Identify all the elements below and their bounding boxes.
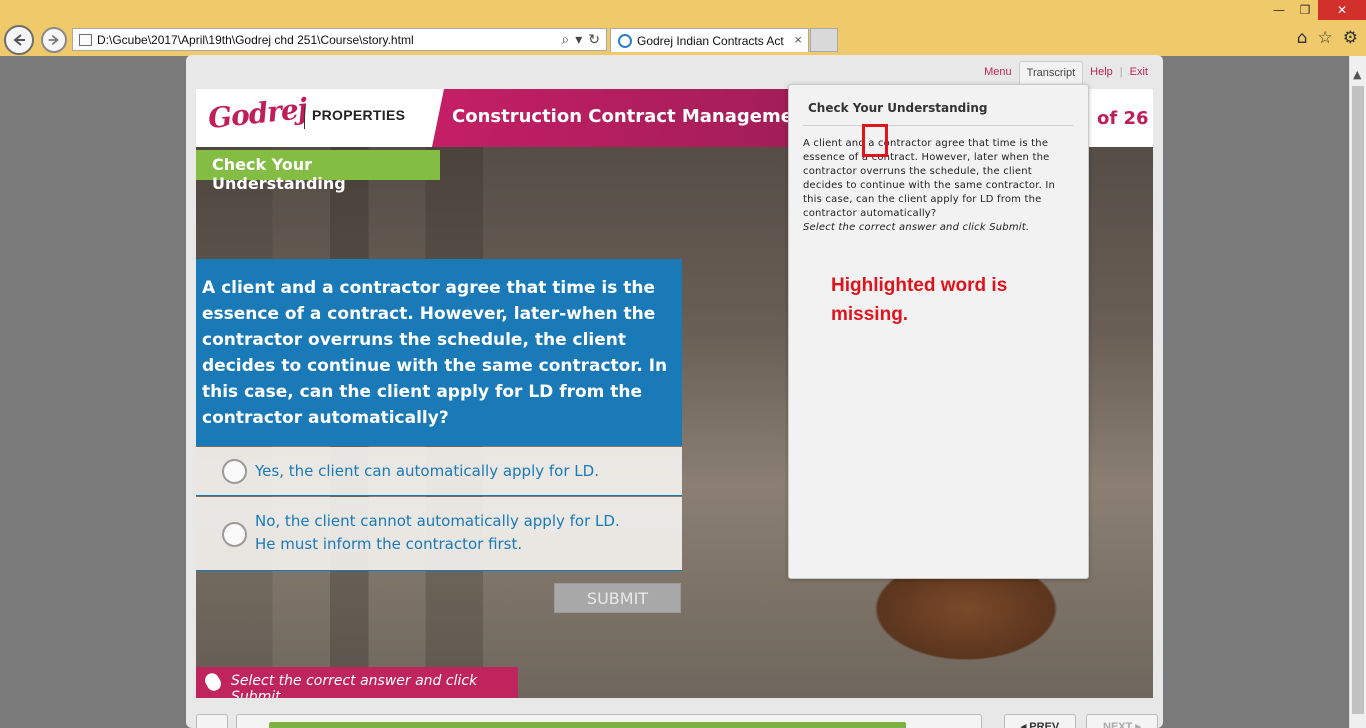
answer-label-line1: No, the client cannot automatically appl… bbox=[255, 512, 620, 530]
top-menu: Menu Transcript Help | Exit bbox=[977, 61, 1155, 84]
new-tab-button[interactable] bbox=[810, 28, 838, 52]
back-button[interactable] bbox=[4, 25, 34, 55]
seek-bar[interactable] bbox=[236, 714, 982, 728]
annotation-note: Highlighted word is missing. bbox=[831, 275, 1008, 325]
transcript-divider bbox=[803, 125, 1073, 126]
forward-arrow-icon bbox=[48, 34, 59, 46]
favorites-star-icon[interactable]: ☆ bbox=[1318, 28, 1333, 48]
radio-button[interactable] bbox=[222, 522, 247, 547]
address-text: D:\Gcube\2017\April\19th\Godrej chd 251\… bbox=[97, 33, 414, 47]
transcript-instruction: Select the correct answer and click Subm… bbox=[803, 222, 1030, 233]
instruction-bar: Select the correct answer and click Subm… bbox=[196, 667, 518, 698]
playback-controls: ◂ PREV NEXT ▸ bbox=[186, 706, 1163, 728]
forward-button[interactable] bbox=[41, 27, 67, 53]
tab-title: Godrej Indian Contracts Act bbox=[637, 34, 784, 48]
browser-tab[interactable]: Godrej Indian Contracts Act × bbox=[610, 28, 809, 52]
transcript-body: A client and a contractor agree that tim… bbox=[803, 137, 1073, 235]
page-count: of 26 bbox=[1083, 89, 1153, 147]
godrej-properties-logo: Godrej PROPERTIES bbox=[196, 89, 432, 147]
answer-label: No, the client cannot automatically appl… bbox=[255, 510, 620, 556]
back-arrow-icon bbox=[13, 34, 25, 46]
transcript-title: Check Your Understanding bbox=[808, 101, 988, 115]
question-text: A client and a contractor agree that tim… bbox=[196, 259, 682, 446]
scroll-up-icon[interactable]: ▲ bbox=[1353, 68, 1361, 81]
mouse-icon bbox=[202, 670, 224, 694]
browser-chrome: — ❐ ✕ D:\Gcube\2017\April\19th\Godrej ch… bbox=[0, 0, 1366, 56]
scroll-thumb[interactable] bbox=[1352, 86, 1364, 714]
help-link[interactable]: Help bbox=[1083, 61, 1120, 84]
settings-gear-icon[interactable]: ⚙ bbox=[1343, 28, 1358, 48]
page-file-icon bbox=[79, 34, 92, 46]
transcript-tab[interactable]: Transcript bbox=[1018, 61, 1084, 84]
vertical-scrollbar[interactable]: ▲ bbox=[1349, 56, 1366, 728]
prev-button[interactable]: ◂ PREV bbox=[1004, 714, 1076, 728]
next-button[interactable]: NEXT ▸ bbox=[1086, 714, 1158, 728]
close-window-button[interactable]: ✕ bbox=[1318, 0, 1366, 20]
restore-button[interactable]: ❐ bbox=[1292, 0, 1318, 20]
home-icon[interactable]: ⌂ bbox=[1297, 28, 1308, 48]
answer-label-line2: He must inform the contractor first. bbox=[255, 535, 523, 553]
instruction-text: Select the correct answer and click Subm… bbox=[231, 673, 478, 698]
transcript-text: A client and a contractor agree that tim… bbox=[803, 138, 1056, 219]
godrej-logo-mark: Godrej bbox=[206, 91, 309, 136]
seek-progress bbox=[269, 722, 906, 728]
radio-button[interactable] bbox=[222, 459, 247, 484]
logo-divider bbox=[304, 107, 305, 129]
address-bar[interactable]: D:\Gcube\2017\April\19th\Godrej chd 251\… bbox=[72, 28, 607, 51]
answer-option-yes[interactable]: Yes, the client can automatically apply … bbox=[196, 447, 682, 496]
menu-link[interactable]: Menu bbox=[977, 61, 1019, 84]
search-icon[interactable]: ⌕ bbox=[561, 31, 569, 48]
answer-label: Yes, the client can automatically apply … bbox=[255, 462, 599, 480]
highlight-box bbox=[862, 124, 888, 157]
logo-text: PROPERTIES bbox=[312, 107, 406, 123]
transcript-panel: Check Your Understanding A client and a … bbox=[788, 84, 1089, 579]
exit-link[interactable]: Exit bbox=[1123, 61, 1155, 84]
answer-option-no[interactable]: No, the client cannot automatically appl… bbox=[196, 497, 682, 571]
volume-button[interactable] bbox=[196, 714, 228, 728]
section-tag: Check Your Understanding bbox=[196, 150, 440, 193]
minimize-button[interactable]: — bbox=[1266, 0, 1292, 20]
ie-logo-icon bbox=[618, 34, 632, 48]
tab-close-icon[interactable]: × bbox=[794, 32, 802, 47]
submit-button[interactable]: SUBMIT bbox=[554, 583, 681, 613]
refresh-icon[interactable]: ↻ bbox=[588, 31, 600, 48]
dropdown-icon[interactable]: ▾ bbox=[575, 31, 582, 48]
